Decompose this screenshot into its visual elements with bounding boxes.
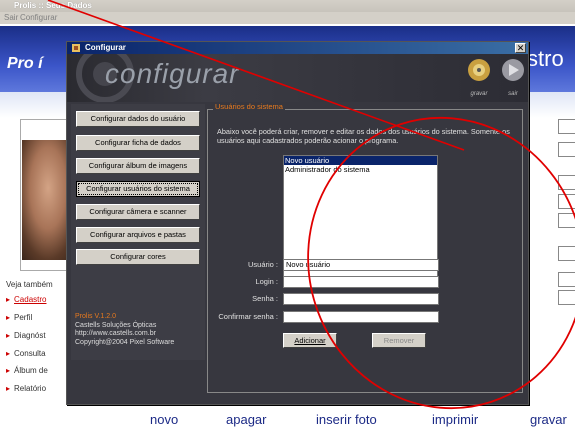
adicionar-button[interactable]: Adicionar bbox=[283, 333, 337, 348]
dialog-heading: configurar bbox=[105, 58, 240, 89]
list-item[interactable]: Novo usuário bbox=[284, 156, 437, 165]
confirmar-senha-label: Confirmar senha : bbox=[218, 312, 278, 321]
bg-dropdown[interactable] bbox=[558, 142, 575, 157]
dialog-title-bar: Configurar ✕ bbox=[67, 42, 528, 54]
login-label: Login : bbox=[255, 277, 278, 286]
bg-field[interactable] bbox=[558, 272, 575, 287]
side-link-diagnostico[interactable]: ▸ Diagnóst bbox=[6, 331, 46, 340]
bg-search-field[interactable] bbox=[558, 119, 575, 134]
group-label: Usuários do sistema bbox=[213, 102, 285, 111]
banner-title-fragment: stro bbox=[527, 46, 564, 71]
configurar-dialog: Configurar ✕ configurar gravar sair Conf… bbox=[66, 41, 529, 405]
app-menu-bar: Sair Configurar bbox=[0, 12, 575, 24]
app-title: Prolis :: Seus Dados bbox=[14, 1, 92, 10]
gravar-label: gravar bbox=[470, 91, 488, 97]
menu-item-sair[interactable]: Sair bbox=[4, 13, 18, 22]
inserir-foto-button[interactable]: inserir foto bbox=[316, 412, 377, 427]
side-link-consulta[interactable]: ▸ Consulta bbox=[6, 349, 46, 358]
group-description: Abaixo você poderá criar, remover e edit… bbox=[217, 127, 510, 145]
menu-item-configurar[interactable]: Configurar bbox=[20, 13, 57, 22]
copyright-label: Copyright@2004 Pixel Software bbox=[75, 338, 175, 346]
app-logo: Pro í bbox=[7, 55, 43, 72]
side-link-cadastro[interactable]: ▸ Cadastro bbox=[6, 295, 46, 304]
bg-dropdown[interactable] bbox=[558, 246, 575, 261]
bg-field[interactable] bbox=[558, 290, 575, 305]
config-usuarios-sistema-button[interactable]: Configurar usuários do sistema bbox=[76, 181, 200, 197]
bg-field[interactable] bbox=[558, 194, 575, 209]
side-link-relatorio[interactable]: ▸ Relatório bbox=[6, 384, 46, 393]
config-cores-button[interactable]: Configurar cores bbox=[76, 249, 200, 265]
usuario-field[interactable]: Novo usuário bbox=[283, 259, 439, 271]
version-label: Prolis V.1.2.0 bbox=[75, 313, 116, 320]
config-arquivos-pastas-button[interactable]: Configurar arquivos e pastas bbox=[76, 227, 200, 243]
usuario-label: Usuário : bbox=[247, 260, 278, 269]
close-button[interactable]: ✕ bbox=[515, 43, 526, 53]
novo-button[interactable]: novo bbox=[150, 412, 178, 427]
senha-field[interactable] bbox=[283, 293, 439, 305]
sair-icon-button[interactable]: sair bbox=[499, 58, 527, 97]
apagar-button[interactable]: apagar bbox=[226, 412, 266, 427]
url-label: http://www.castells.com.br bbox=[75, 330, 156, 337]
bg-field[interactable] bbox=[558, 175, 575, 190]
disk-icon bbox=[468, 59, 490, 81]
app-title-bar: Prolis :: Seus Dados bbox=[0, 0, 575, 12]
veja-tambem-label: Veja também bbox=[6, 280, 53, 289]
config-dados-usuario-button[interactable]: Configurar dados do usuário bbox=[76, 111, 200, 127]
config-camera-scanner-button[interactable]: Configurar câmera e scanner bbox=[76, 204, 200, 220]
bg-field[interactable] bbox=[558, 213, 575, 228]
side-link-perfil[interactable]: ▸ Perfil bbox=[6, 313, 32, 322]
sair-label: sair bbox=[508, 91, 518, 97]
remover-button[interactable]: Remover bbox=[372, 333, 426, 348]
version-info: Prolis V.1.2.0 Castells Soluções Ópticas… bbox=[75, 313, 174, 347]
side-link-album[interactable]: ▸ Álbum de bbox=[6, 366, 48, 375]
app-icon bbox=[72, 44, 80, 52]
config-ficha-dados-button[interactable]: Configurar ficha de dados bbox=[76, 135, 200, 151]
gravar-icon-button[interactable]: gravar bbox=[464, 58, 494, 97]
exit-arrow-icon bbox=[502, 59, 524, 81]
bottom-action-bar bbox=[0, 400, 575, 434]
company-label: Castells Soluções Ópticas bbox=[75, 321, 157, 329]
list-item[interactable]: Administrador do sistema bbox=[284, 165, 437, 174]
login-field[interactable] bbox=[283, 276, 439, 288]
senha-label: Senha : bbox=[252, 294, 278, 303]
config-album-imagens-button[interactable]: Configurar álbum de imagens bbox=[76, 158, 200, 174]
gravar-button[interactable]: gravar bbox=[530, 412, 567, 427]
imprimir-button[interactable]: imprimir bbox=[432, 412, 478, 427]
confirmar-senha-field[interactable] bbox=[283, 311, 439, 323]
dialog-title: Configurar bbox=[85, 43, 126, 52]
